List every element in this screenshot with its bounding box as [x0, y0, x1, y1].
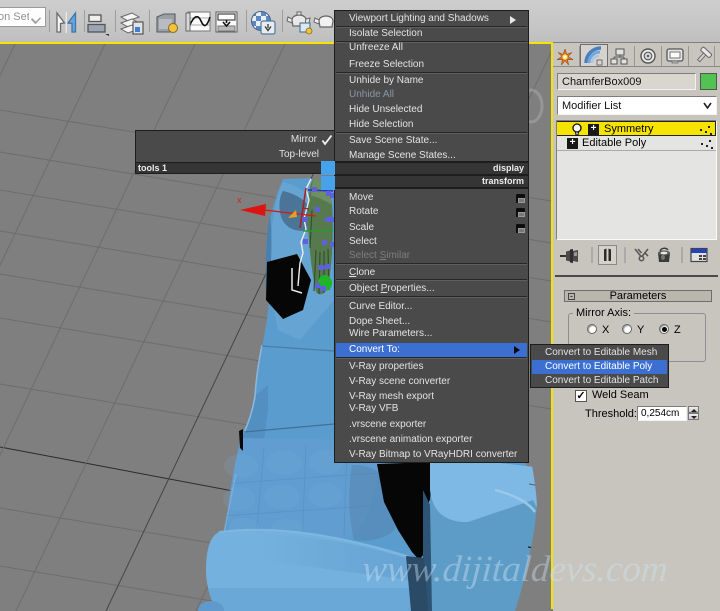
svg-text:x: x [237, 195, 242, 205]
